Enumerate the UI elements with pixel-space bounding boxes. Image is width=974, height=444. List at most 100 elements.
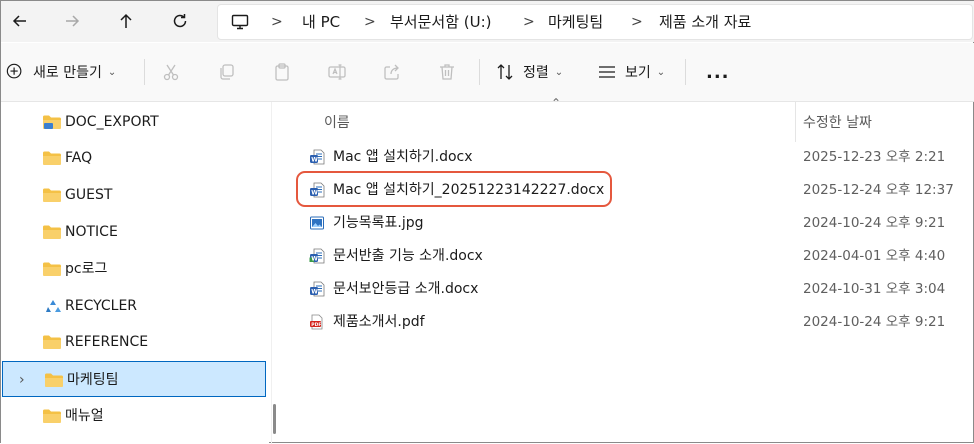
- chevron-down-icon: ⌄: [656, 66, 666, 78]
- svg-text:W: W: [311, 288, 318, 295]
- file-modified-date: 2024-10-24 오후 9:21: [803, 215, 946, 231]
- folder-icon: [45, 373, 63, 387]
- nav-item-label: REFERENCE: [65, 334, 149, 350]
- toolbar-divider: [479, 59, 480, 85]
- nav-item-label: 마케팅팀: [67, 372, 119, 388]
- file-row[interactable]: 기능목록표.jpg 2024-10-24 오후 9:21: [301, 208, 965, 238]
- nav-item[interactable]: NOTICE: [1, 214, 265, 250]
- breadcrumb-item-current[interactable]: 제품 소개 자료: [659, 5, 751, 39]
- sort-icon: [497, 64, 513, 80]
- computer-icon: [231, 14, 249, 30]
- more-icon: ...: [706, 61, 730, 83]
- file-modified-date: 2025-12-23 오후 2:21: [803, 149, 946, 165]
- nav-item-label: GUEST: [65, 187, 113, 203]
- breadcrumb-separator[interactable]: >: [523, 5, 535, 39]
- navigation-pane: DOC_EXPORT FAQ GUEST NOTICE pc로그 RECYCLER REFE…: [1, 102, 269, 444]
- up-button[interactable]: [111, 7, 141, 35]
- command-bar: 새로 만들기 ⌄ 정렬 ⌄ 보기 ⌄ ...: [1, 43, 974, 102]
- nav-item[interactable]: RECYCLER: [1, 288, 265, 324]
- share-icon: [384, 64, 399, 80]
- folder-shared-icon: [43, 115, 61, 129]
- arrow-left-icon: [12, 15, 26, 27]
- nav-item[interactable]: REFERENCE: [1, 324, 265, 360]
- file-modified-date: 2025-12-24 오후 12:37: [803, 182, 954, 198]
- trash-icon: [440, 64, 454, 80]
- word-document-icon: W: [310, 149, 325, 165]
- toolbar-divider: [685, 59, 686, 85]
- nav-item[interactable]: › 마케팅팀: [2, 361, 266, 397]
- paste-button[interactable]: [272, 43, 292, 101]
- file-list: ⌃ 이름 수정한 날짜 W Mac 앱 설치하기.docx 2025-12-23 오…: [291, 96, 974, 444]
- recycle-bin-icon: [46, 300, 61, 312]
- file-modified-date: 2024-10-24 오후 9:21: [803, 314, 946, 330]
- nav-item[interactable]: pc로그: [1, 251, 265, 287]
- cut-button[interactable]: [161, 43, 181, 101]
- new-button[interactable]: 새로 만들기 ⌄: [6, 43, 116, 101]
- folder-icon: [43, 409, 61, 423]
- file-row[interactable]: W 문서반출 기능 소개.docx 2024-04-01 오후 4:40: [301, 241, 965, 271]
- breadcrumb-item-my-pc[interactable]: 내 PC: [302, 5, 340, 39]
- file-name: 제품소개서.pdf: [333, 314, 425, 330]
- scissors-icon: [163, 64, 179, 81]
- word-document-icon: W: [310, 281, 325, 297]
- sort-ascending-icon: ⌃: [551, 96, 562, 110]
- explorer-window: > 내 PC > 부서문서함 (U:) > 마케팅팀 > 제품 소개 자료 새로…: [0, 0, 974, 444]
- svg-text:PDF: PDF: [311, 322, 321, 328]
- pane-splitter[interactable]: [271, 102, 272, 444]
- sort-button[interactable]: 정렬 ⌄: [495, 43, 563, 101]
- breadcrumb-separator[interactable]: >: [364, 5, 376, 39]
- address-row: > 내 PC > 부서문서함 (U:) > 마케팅팀 > 제품 소개 자료: [1, 1, 974, 42]
- address-bar[interactable]: > 내 PC > 부서문서함 (U:) > 마케팅팀 > 제품 소개 자료: [217, 4, 973, 40]
- view-label: 보기: [625, 65, 651, 81]
- highlight-annotation: [296, 171, 612, 207]
- new-label: 새로 만들기: [33, 65, 102, 81]
- folder-icon: [43, 188, 61, 202]
- nav-item-label: NOTICE: [65, 224, 118, 240]
- nav-item[interactable]: 매뉴얼: [1, 398, 265, 434]
- view-button[interactable]: 보기 ⌄: [597, 43, 665, 101]
- nav-item-label: FAQ: [65, 150, 93, 166]
- rename-button[interactable]: [327, 43, 347, 101]
- file-name: Mac 앱 설치하기.docx: [333, 149, 473, 165]
- copy-icon: [220, 64, 234, 80]
- file-name: 기능목록표.jpg: [333, 215, 424, 231]
- nav-item[interactable]: GUEST: [1, 177, 265, 213]
- svg-text:W: W: [311, 156, 318, 163]
- nav-item[interactable]: DOC_EXPORT: [1, 104, 265, 140]
- nav-item[interactable]: FAQ: [1, 140, 265, 176]
- nav-scrollbar-thumb[interactable]: [273, 404, 276, 434]
- file-row[interactable]: W 문서보안등급 소개.docx 2024-10-31 오후 3:04: [301, 274, 965, 304]
- share-button[interactable]: [382, 43, 402, 101]
- nav-item-label: pc로그: [65, 261, 108, 277]
- word-document-icon: W: [309, 248, 325, 264]
- sort-label: 정렬: [523, 65, 549, 81]
- breadcrumb-item-marketing[interactable]: 마케팅팀: [548, 5, 603, 39]
- breadcrumb-separator[interactable]: >: [271, 5, 283, 39]
- file-row[interactable]: PDF 제품소개서.pdf 2024-10-24 오후 9:21: [301, 307, 965, 337]
- file-name: 문서반출 기능 소개.docx: [333, 248, 483, 264]
- column-divider[interactable]: [795, 102, 796, 142]
- nav-item-label: 매뉴얼: [65, 408, 104, 424]
- rename-icon: [328, 64, 346, 80]
- copy-button[interactable]: [217, 43, 237, 101]
- chevron-down-icon: ⌄: [107, 66, 117, 78]
- more-options-button[interactable]: ...: [706, 43, 730, 101]
- refresh-button[interactable]: [165, 7, 195, 35]
- delete-button[interactable]: [437, 43, 457, 101]
- column-header-name[interactable]: 이름: [324, 108, 350, 138]
- breadcrumb-separator[interactable]: >: [631, 5, 643, 39]
- nav-item-label: DOC_EXPORT: [65, 114, 159, 130]
- forward-button[interactable]: [57, 7, 87, 35]
- file-row[interactable]: W Mac 앱 설치하기.docx 2025-12-23 오후 2:21: [301, 142, 965, 172]
- arrow-right-icon: [66, 15, 80, 27]
- arrow-up-icon: [120, 13, 132, 28]
- chevron-right-icon[interactable]: ›: [19, 372, 25, 388]
- view-list-icon: [599, 66, 615, 78]
- column-header-date[interactable]: 수정한 날짜: [803, 108, 872, 138]
- plus-circle-icon: [6, 63, 22, 79]
- breadcrumb-item-drive[interactable]: 부서문서함 (U:): [390, 5, 492, 39]
- back-button[interactable]: [5, 7, 35, 35]
- folder-icon: [43, 335, 61, 349]
- svg-text:W: W: [311, 255, 318, 262]
- nav-item-label: RECYCLER: [65, 298, 138, 314]
